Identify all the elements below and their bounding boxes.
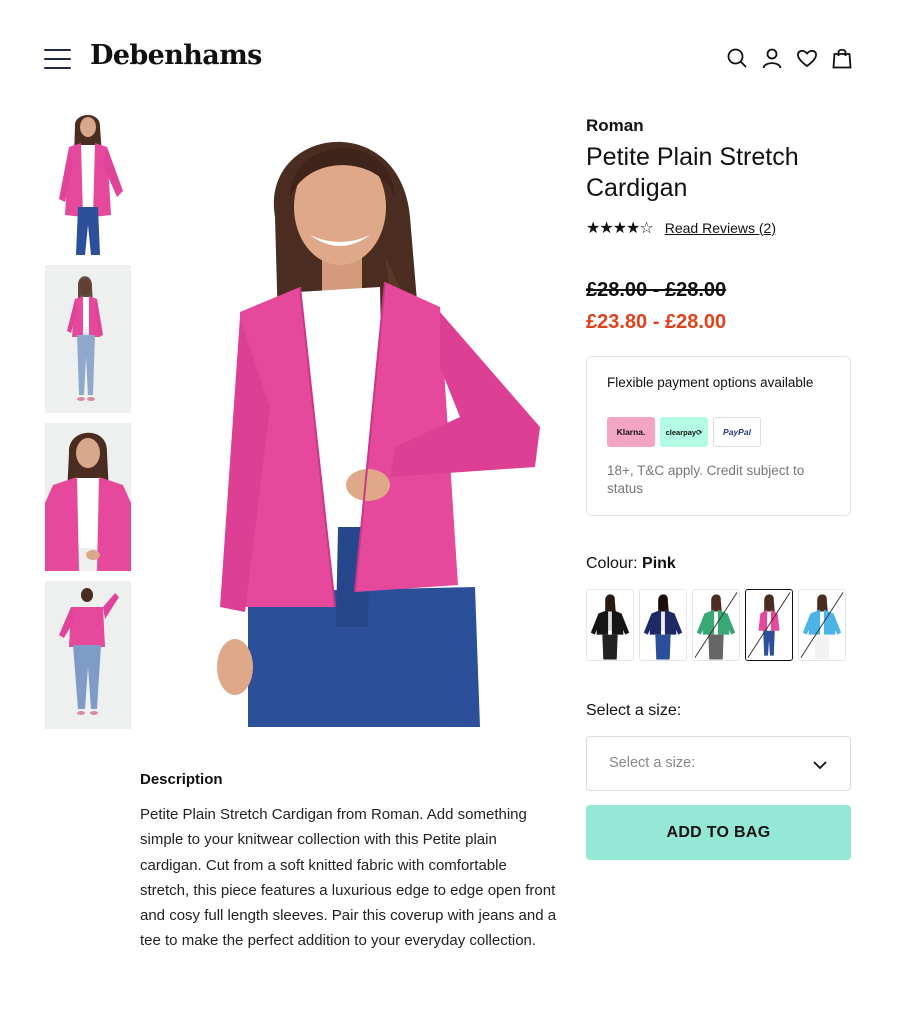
thumbnail-front[interactable] (45, 107, 131, 255)
payment-options-title: Flexible payment options available (607, 375, 814, 390)
clearpay-logo: clearpay⟳ (660, 417, 708, 447)
product-brand[interactable]: Roman (586, 116, 644, 136)
navy-cardigan-thumb (643, 594, 683, 660)
swatch-navy[interactable] (639, 589, 687, 661)
swatch-green[interactable] (692, 589, 740, 661)
thumbnail-full-length[interactable] (45, 265, 131, 413)
product-rating: ★★★★☆ Read Reviews (2) (586, 218, 776, 237)
read-reviews-link[interactable]: Read Reviews (2) (665, 220, 776, 236)
payment-note: 18+, T&C apply. Credit subject to status (607, 463, 805, 496)
model-cardigan-image (217, 141, 540, 727)
heart-icon[interactable] (795, 46, 819, 70)
colour-swatches (586, 589, 846, 661)
selected-colour: Pink (642, 555, 676, 572)
model-close-up-image (45, 432, 131, 571)
menu-bar (44, 49, 71, 51)
payment-options-box: Flexible payment options available Klarn… (586, 356, 851, 516)
swatch-pink[interactable] (745, 589, 793, 661)
green-cardigan-thumb (694, 592, 738, 660)
original-price: £28.00 - £28.00 (586, 279, 727, 301)
klarna-logo: Klarna. (607, 417, 655, 447)
search-icon[interactable] (725, 46, 749, 70)
swatch-blue[interactable] (798, 589, 846, 661)
thumbnail-back[interactable] (45, 581, 131, 729)
menu-icon[interactable] (44, 48, 72, 70)
size-label: Select a size: (586, 702, 682, 719)
blue-cardigan-thumb (800, 592, 844, 660)
product-title: Petite Plain Stretch Cardigan (586, 143, 799, 202)
site-logo[interactable]: Debenhams (90, 40, 262, 71)
thumbnail-gallery (45, 107, 131, 739)
sale-price: £23.80 - £28.00 (586, 311, 727, 333)
colour-label: Colour: Pink (586, 555, 676, 573)
menu-bar (44, 67, 71, 69)
header-icons (725, 46, 854, 70)
model-full-length-image (67, 276, 103, 401)
main-product-image[interactable] (140, 107, 550, 727)
description-heading: Description (140, 771, 223, 788)
payment-provider-logos: Klarna. clearpay⟳ PayPal (607, 417, 761, 447)
swatch-black[interactable] (586, 589, 634, 661)
site-header: Debenhams (0, 0, 898, 100)
star-rating-icon: ★★★★☆ (586, 218, 654, 237)
colour-label-text: Colour: (586, 555, 638, 572)
thumbnail-close-up[interactable] (45, 423, 131, 571)
bag-icon[interactable] (830, 46, 854, 70)
menu-bar (44, 58, 71, 60)
size-select[interactable]: Select a size: (586, 736, 851, 791)
pink-cardigan-thumb (747, 592, 791, 658)
paypal-logo: PayPal (713, 417, 761, 447)
chevron-down-icon (813, 761, 827, 770)
add-to-bag-button[interactable]: ADD TO BAG (586, 805, 851, 860)
model-back-image (59, 588, 119, 715)
model-front-image (59, 114, 123, 255)
black-cardigan-thumb (590, 594, 630, 660)
size-select-placeholder: Select a size: (609, 755, 696, 771)
account-icon[interactable] (760, 46, 784, 70)
description-text: Petite Plain Stretch Cardigan from Roman… (140, 806, 557, 950)
